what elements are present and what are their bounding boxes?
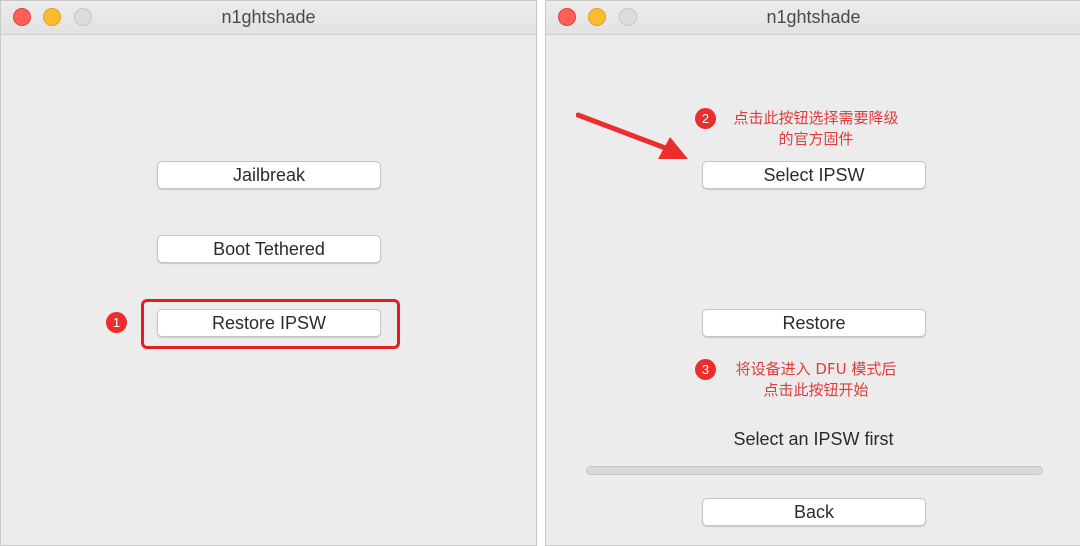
annotation-line: 点击此按钮开始 [763, 381, 869, 399]
boot-tethered-button[interactable]: Boot Tethered [157, 235, 381, 263]
restore-window: n1ghtshade 2 点击此按钮选择需要降级 的官方固件 Select IP… [545, 0, 1080, 546]
title-bar: n1ghtshade [1, 1, 536, 35]
step-2-badge: 2 [695, 108, 716, 129]
restore-ipsw-button[interactable]: Restore IPSW [157, 309, 381, 337]
annotation-line: 的官方固件 [778, 130, 854, 148]
step-3-annotation: 将设备进入 DFU 模式后 点击此按钮开始 [716, 359, 916, 401]
select-ipsw-button[interactable]: Select IPSW [702, 161, 926, 189]
annotation-line: 点击此按钮选择需要降级 [733, 109, 899, 127]
window-title: n1ghtshade [766, 7, 861, 27]
progress-bar [586, 466, 1043, 475]
jailbreak-button[interactable]: Jailbreak [157, 161, 381, 189]
title-bar: n1ghtshade [546, 1, 1080, 35]
status-label: Select an IPSW first [733, 429, 894, 449]
annotation-line: 将设备进入 DFU 模式后 [735, 360, 897, 378]
arrow-icon [576, 112, 688, 159]
step-1-badge: 1 [106, 312, 127, 333]
restore-button[interactable]: Restore [702, 309, 926, 337]
back-button[interactable]: Back [702, 498, 926, 526]
step-2-annotation: 点击此按钮选择需要降级 的官方固件 [716, 108, 916, 150]
main-menu-window: n1ghtshade Jailbreak Boot Tethered 1 Res… [0, 0, 537, 546]
step-3-badge: 3 [695, 359, 716, 380]
window-title: n1ghtshade [221, 7, 316, 27]
